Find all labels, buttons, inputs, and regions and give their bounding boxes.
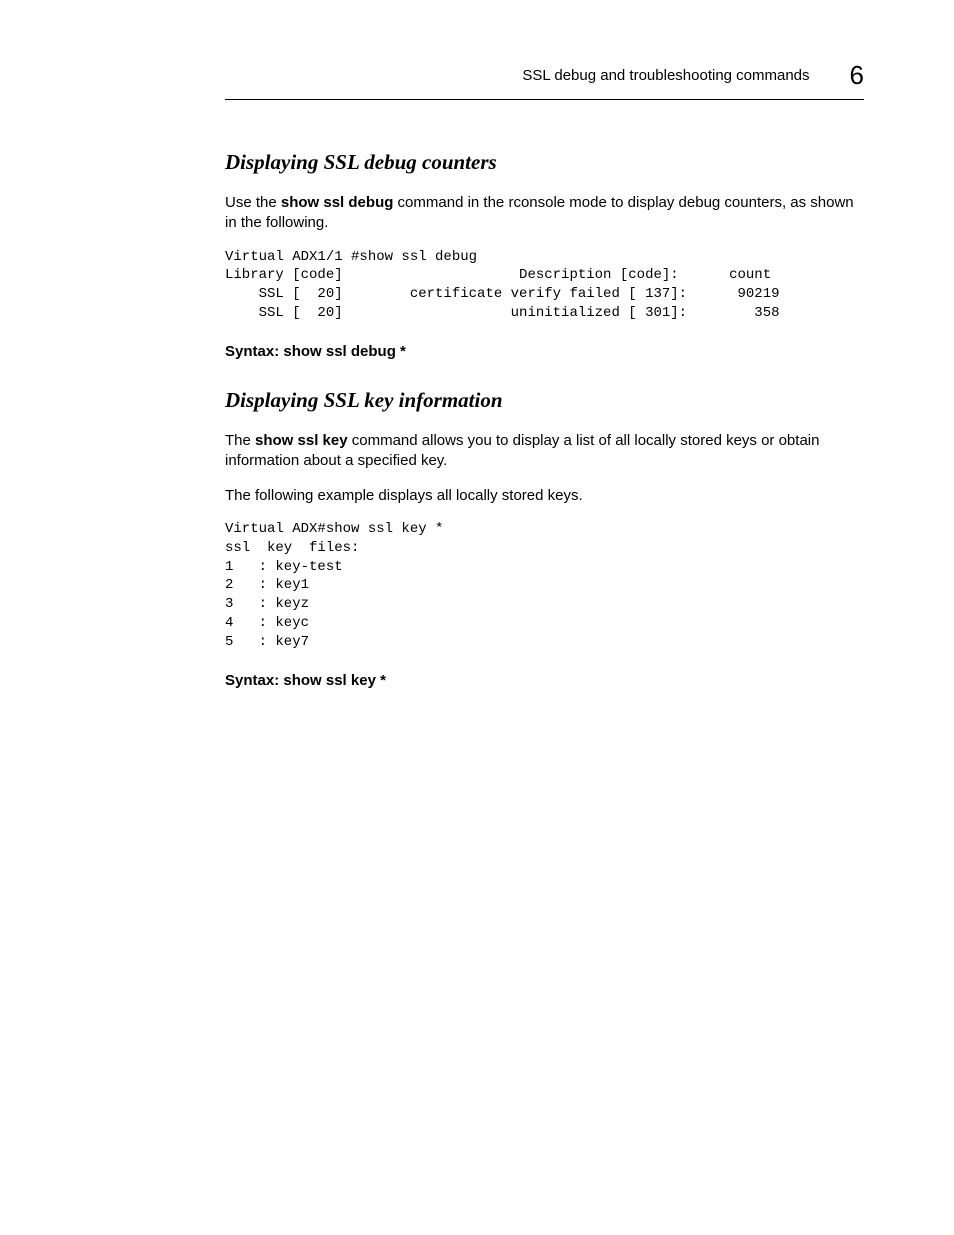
syntax-label: Syntax: (225, 343, 283, 360)
section2-intro1: The show ssl key command allows you to d… (225, 431, 864, 472)
page-content: SSL debug and troubleshooting commands 6… (0, 0, 954, 777)
header-rule (225, 99, 864, 100)
section2-intro-bold: show ssl key (255, 432, 348, 449)
section1-intro-bold: show ssl debug (281, 194, 394, 211)
header-title: SSL debug and troubleshooting commands (522, 67, 809, 84)
syntax-label-2: Syntax: (225, 672, 283, 689)
section2-syntax: Syntax: show ssl key * (225, 672, 864, 689)
section1-syntax: Syntax: show ssl debug * (225, 343, 864, 360)
chapter-number: 6 (850, 60, 864, 91)
section-heading-debug-counters: Displaying SSL debug counters (225, 150, 864, 175)
section1-intro: Use the show ssl debug command in the rc… (225, 193, 864, 234)
page-header: SSL debug and troubleshooting commands 6 (225, 60, 864, 91)
section-heading-key-info: Displaying SSL key information (225, 388, 864, 413)
section2-intro2: The following example displays all local… (225, 486, 864, 506)
syntax-cmd-2: show ssl key * (283, 672, 386, 689)
section1-intro-pre: Use the (225, 194, 281, 211)
section2-code: Virtual ADX#show ssl key * ssl key files… (225, 520, 864, 652)
section1-code: Virtual ADX1/1 #show ssl debug Library [… (225, 248, 864, 324)
syntax-cmd: show ssl debug * (283, 343, 406, 360)
section2-intro-pre: The (225, 432, 255, 449)
